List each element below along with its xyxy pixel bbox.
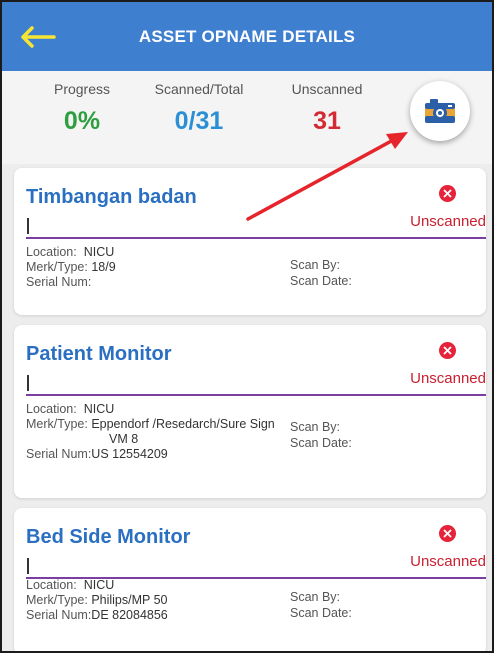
scan-info: Scan By: Scan Date: [290, 257, 352, 289]
asset-name: Bed Side Monitor [26, 526, 191, 548]
merk-label: Merk/Type: [26, 593, 88, 607]
asset-name: Timbangan badan [26, 186, 197, 208]
scan-info: Scan By: Scan Date: [290, 589, 352, 621]
progress-label: Progress [53, 81, 111, 97]
scan-info: Scan By: Scan Date: [290, 419, 352, 451]
unscanned-label: Unscanned [291, 81, 363, 97]
status-badge: Unscanned [410, 213, 486, 230]
error-icon [439, 342, 456, 359]
unscanned-stat: Unscanned 31 [282, 81, 372, 136]
location-label: Location: [26, 245, 77, 259]
serial-label: Serial Num: [26, 275, 92, 289]
progress-stat: Progress 0% [42, 81, 122, 136]
app-frame: ASSET OPNAME DETAILS Progress 0% Scanned… [0, 0, 494, 653]
scan-date-label: Scan Date: [290, 274, 352, 288]
asset-meta: Location: NICU Merk/Type: Eppendorf /Res… [26, 402, 275, 462]
asset-meta: Location: NICU Merk/Type: Philips/MP 50 … [26, 578, 168, 623]
merk-value: 18/9 [91, 260, 116, 274]
scan-date-label: Scan Date: [290, 606, 352, 620]
scan-by-label: Scan By: [290, 420, 341, 434]
merk-value-line2: VM 8 [109, 432, 139, 446]
error-icon [439, 185, 456, 202]
merk-value: Philips/MP 50 [91, 593, 168, 607]
asset-card[interactable]: Timbangan badan Unscanned Location: NICU… [14, 168, 486, 315]
scanned-total-label: Scanned/Total [154, 81, 244, 97]
progress-value: 0% [63, 107, 101, 135]
asset-card[interactable]: Patient Monitor Unscanned Location: NICU… [14, 325, 486, 498]
serial-value: US 12554209 [91, 447, 168, 461]
serial-label: Serial Num: [26, 447, 92, 461]
text-cursor [27, 218, 29, 234]
status-badge: Unscanned [410, 553, 486, 570]
asset-name: Patient Monitor [26, 343, 172, 365]
scan-date-label: Scan Date: [290, 436, 352, 450]
scan-by-label: Scan By: [290, 258, 341, 272]
divider [26, 237, 486, 239]
serial-value: DE 82084856 [91, 608, 168, 622]
asset-card[interactable]: Bed Side Monitor Unscanned Location: NIC… [14, 508, 486, 651]
page-title: ASSET OPNAME DETAILS [138, 27, 356, 46]
asset-meta: Location: NICU Merk/Type: 18/9 Serial Nu… [26, 245, 116, 290]
camera-icon [425, 99, 455, 123]
status-badge: Unscanned [410, 370, 486, 387]
merk-label: Merk/Type: [26, 417, 88, 431]
scanned-total-stat: Scanned/Total 0/31 [144, 81, 254, 136]
text-cursor [27, 375, 29, 391]
location-value: NICU [83, 578, 115, 592]
scanned-total-value: 0/31 [174, 107, 224, 135]
divider [26, 394, 486, 396]
merk-label: Merk/Type: [26, 260, 88, 274]
error-icon [439, 525, 456, 542]
camera-button[interactable] [410, 81, 470, 141]
serial-label: Serial Num: [26, 608, 92, 622]
scan-by-label: Scan By: [290, 590, 341, 604]
unscanned-value: 31 [313, 107, 341, 135]
text-cursor [27, 558, 29, 574]
location-label: Location: [26, 402, 77, 416]
location-value: NICU [83, 402, 115, 416]
location-value: NICU [83, 245, 115, 259]
location-label: Location: [26, 578, 77, 592]
app-header: ASSET OPNAME DETAILS [2, 2, 492, 71]
merk-value: Eppendorf /Resedarch/Sure Sign [91, 417, 275, 431]
